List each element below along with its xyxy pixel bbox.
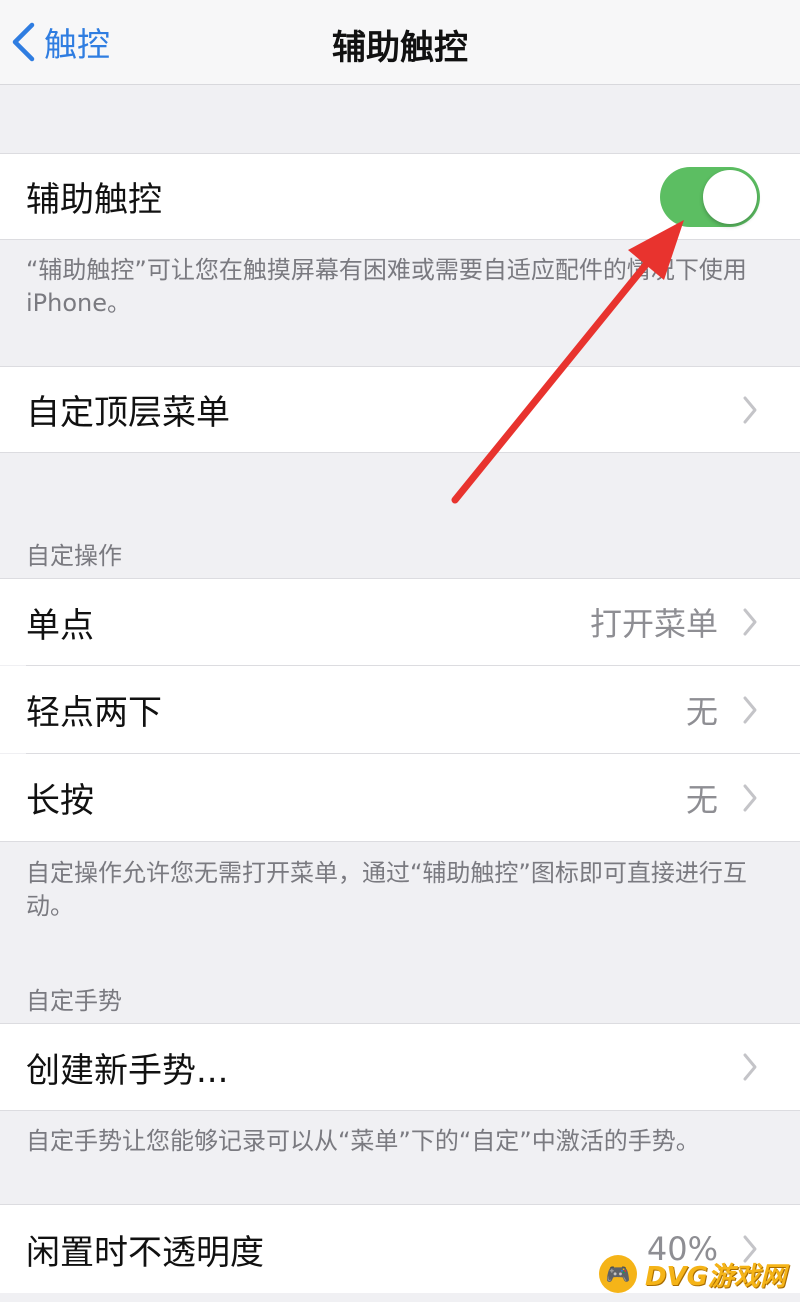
long-press-row[interactable]: 长按 无 — [0, 754, 800, 841]
single-tap-value: 打开菜单 — [589, 605, 718, 643]
custom-top-menu-label: 自定顶层菜单 — [26, 393, 230, 433]
chevron-right-icon — [743, 396, 757, 423]
divider — [0, 452, 800, 453]
create-gesture-label: 创建新手势... — [26, 1050, 229, 1091]
navigation-bar: 触控 辅助触控 — [0, 0, 800, 85]
watermark-logo: 🎮 DVG游戏网 — [598, 1248, 786, 1300]
assistive-touch-toggle[interactable] — [660, 167, 760, 227]
custom-gestures-note: 自定手势让您能够记录可以从“菜单”下的“自定”中激活的手势。 — [26, 1127, 700, 1155]
page-title: 辅助触控 — [332, 28, 468, 68]
chevron-right-icon — [743, 784, 757, 811]
single-tap-row[interactable]: 单点 打开菜单 — [0, 579, 800, 665]
double-tap-value: 无 — [685, 692, 718, 731]
divider — [0, 841, 800, 842]
idle-opacity-label: 闲置时不透明度 — [26, 1232, 264, 1273]
long-press-value: 无 — [685, 780, 718, 819]
custom-actions-header: 自定操作 — [26, 542, 122, 570]
chevron-right-icon — [743, 1053, 757, 1081]
long-press-label: 长按 — [26, 781, 94, 821]
chevron-right-icon — [743, 608, 757, 636]
divider — [0, 239, 800, 240]
custom-actions-note: 自定操作允许您无需打开菜单，通过“辅助触控”图标即可直接进行互动。 — [26, 859, 747, 920]
custom-gestures-header: 自定手势 — [26, 987, 122, 1015]
double-tap-row[interactable]: 轻点两下 无 — [0, 666, 800, 753]
single-tap-label: 单点 — [26, 605, 94, 646]
chevron-right-icon — [743, 696, 757, 723]
assistive-touch-note: “辅助触控”可让您在触摸屏幕有困难或需要自适应配件的情况下使用iPhone。 — [26, 256, 747, 317]
gamepad-icon: 🎮 — [598, 1255, 637, 1293]
watermark-text: DVG游戏网 — [644, 1261, 786, 1292]
assistive-touch-label: 辅助触控 — [26, 180, 162, 220]
double-tap-label: 轻点两下 — [26, 693, 162, 733]
divider — [0, 1110, 800, 1111]
toggle-knob — [703, 170, 757, 224]
create-gesture-row[interactable]: 创建新手势... — [0, 1024, 800, 1110]
custom-top-menu-row[interactable]: 自定顶层菜单 — [0, 367, 800, 452]
